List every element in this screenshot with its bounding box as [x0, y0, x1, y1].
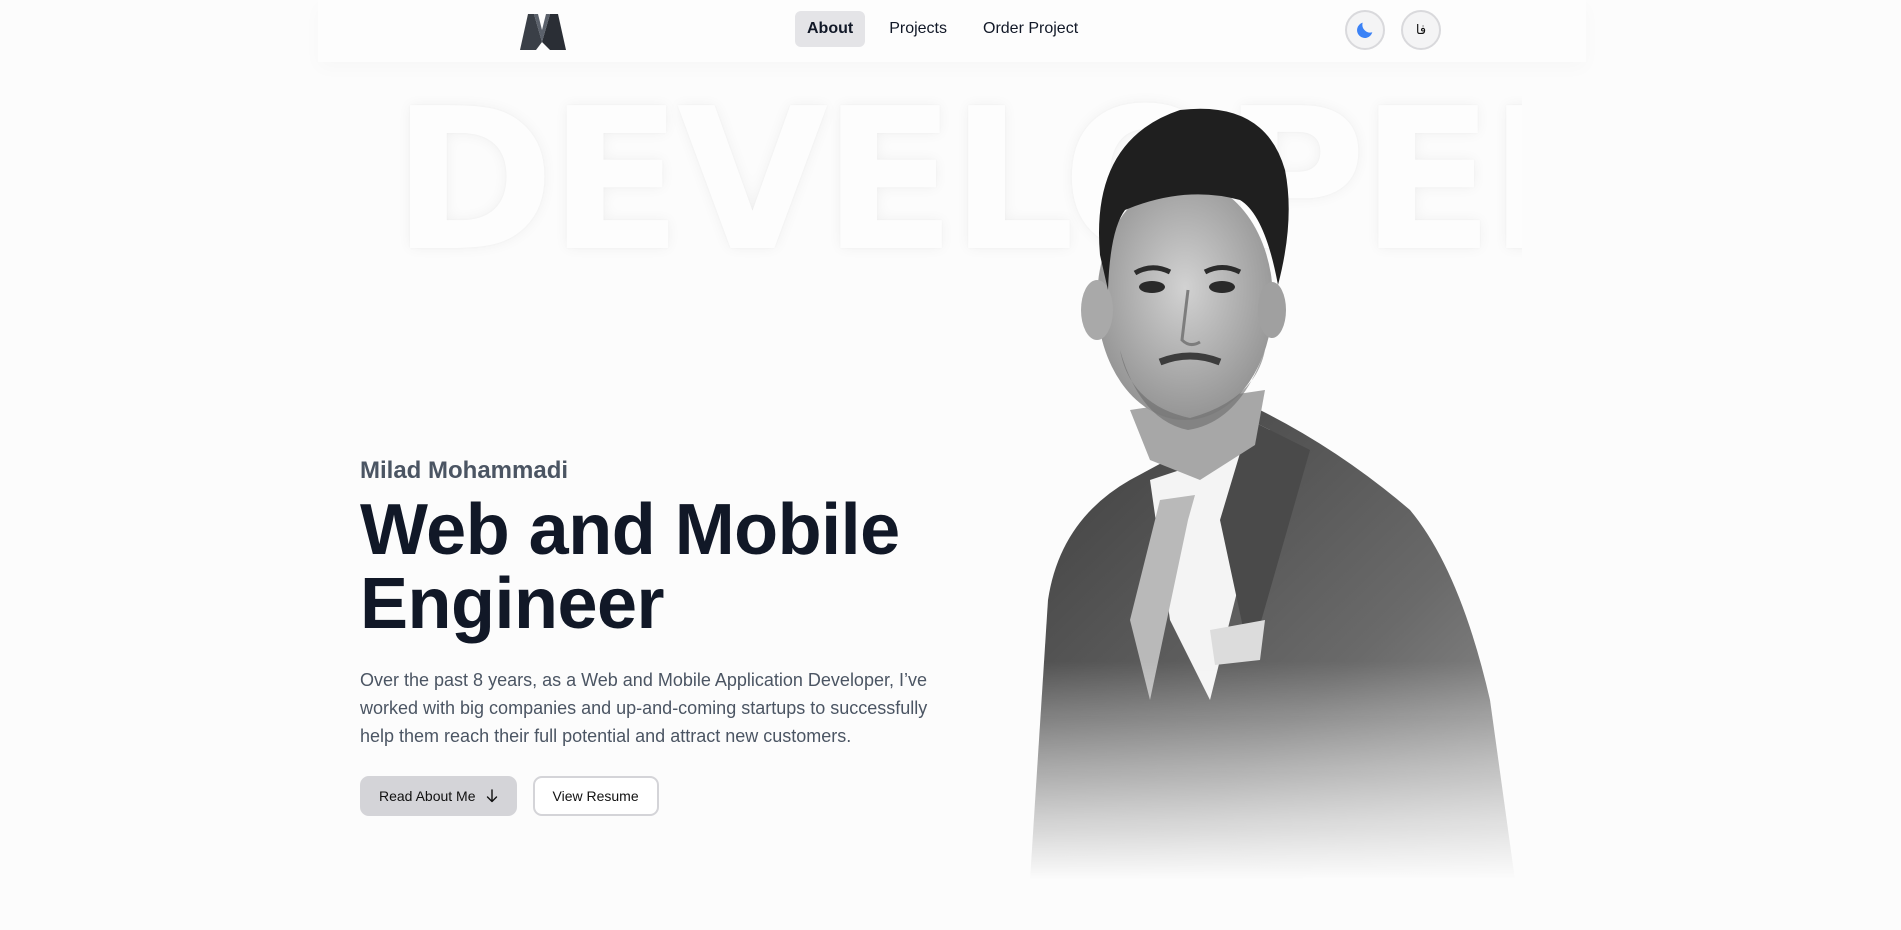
- moon-icon: [1357, 22, 1373, 38]
- hero-section: Milad Mohammadi Web and Mobile Engineer …: [360, 455, 950, 816]
- site-header: About Projects Order Project فا: [318, 0, 1586, 62]
- read-about-me-button[interactable]: Read About Me: [360, 776, 517, 816]
- hero-title-line-2: Engineer: [360, 564, 665, 644]
- hero-name: Milad Mohammadi: [360, 457, 569, 484]
- hero-title: Web and Mobile Engineer: [360, 493, 950, 641]
- portrait-image: [1030, 108, 1515, 880]
- hero-description: Over the past 8 years, as a Web and Mobi…: [360, 670, 928, 746]
- arrow-down-icon: [486, 789, 497, 803]
- nav-item-order-project[interactable]: Order Project: [971, 11, 1090, 47]
- hero-buttons: Read About Me View Resume: [360, 776, 950, 816]
- mm-logo-icon[interactable]: [520, 12, 568, 50]
- hero-title-line-1: Web and Mobile: [360, 490, 900, 570]
- read-about-me-label: Read About Me: [379, 788, 476, 804]
- language-label: فا: [1415, 22, 1427, 37]
- nav-item-about[interactable]: About: [795, 11, 866, 47]
- theme-toggle-button[interactable]: [1345, 10, 1385, 50]
- main-nav: About Projects Order Project: [795, 11, 1090, 47]
- view-resume-button[interactable]: View Resume: [532, 776, 659, 816]
- language-toggle-button[interactable]: فا: [1401, 10, 1441, 50]
- nav-item-projects[interactable]: Projects: [877, 11, 959, 47]
